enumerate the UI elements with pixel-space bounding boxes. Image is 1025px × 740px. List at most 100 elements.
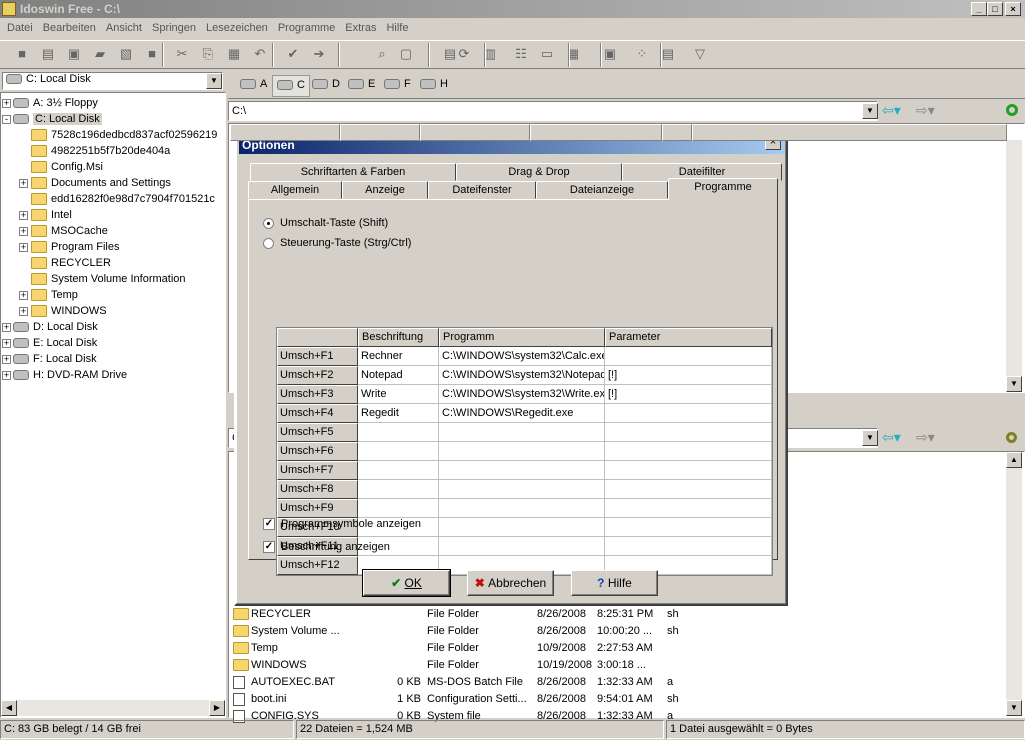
tab-dateifenster[interactable]: Dateifenster <box>428 181 536 199</box>
scroll-down-icon[interactable]: ▼ <box>1006 700 1022 716</box>
expand-toggle[interactable]: + <box>2 355 11 364</box>
tree-item[interactable]: 7528c196dedbcd837acf02596219 <box>31 127 217 143</box>
grid-icon[interactable]: ▦ <box>563 44 583 64</box>
scroll-right-icon[interactable]: ▶ <box>209 700 225 716</box>
grid-cell-program[interactable]: C:\WINDOWS\system32\Write.exe <box>439 385 605 404</box>
exit-icon[interactable]: ➔ <box>309 44 329 64</box>
radio-icon[interactable] <box>263 217 274 229</box>
back-arrow-icon[interactable]: ⇦▾ <box>882 429 901 446</box>
paste-icon[interactable]: ▦ <box>224 44 244 64</box>
close-button[interactable]: × <box>1005 2 1021 16</box>
menu-hilfe[interactable]: Hilfe <box>381 19 413 38</box>
tree-item[interactable]: Documents and Settings <box>31 175 171 191</box>
file-row[interactable]: System Volume ... File Folder 8/26/2008 10:… <box>233 623 1003 640</box>
tree-item[interactable]: edd16282f0e98d7c7904f701521c <box>31 191 215 207</box>
expand-toggle[interactable]: + <box>19 243 28 252</box>
tree-item[interactable]: RECYCLER <box>31 255 111 271</box>
grid-cell-program[interactable] <box>439 537 605 556</box>
menu-springen[interactable]: Springen <box>147 19 201 38</box>
column-header[interactable] <box>340 124 420 141</box>
tab-dateianzeige[interactable]: Dateianzeige <box>536 181 668 199</box>
grid-cell-program[interactable] <box>439 480 605 499</box>
grid-cell-program[interactable]: C:\WINDOWS\system32\Notepad.exe <box>439 366 605 385</box>
drive-tab-d[interactable]: D <box>308 75 344 97</box>
tab-anzeige[interactable]: Anzeige <box>342 181 428 199</box>
menu-extras[interactable]: Extras <box>340 19 381 38</box>
grid-cell-label[interactable] <box>358 461 439 480</box>
refresh-icon[interactable]: ⟳ <box>454 44 474 64</box>
small-icons-icon[interactable]: ▭ <box>537 44 557 64</box>
radio-icon[interactable] <box>263 237 274 249</box>
tree-item[interactable]: A: 3½ Floppy <box>13 95 98 111</box>
top-vscrollbar[interactable]: ▼ <box>1006 140 1022 392</box>
checkmark-icon[interactable]: ✓ <box>263 541 275 554</box>
grid-cell-label[interactable] <box>358 499 439 518</box>
tree-item[interactable]: H: DVD-RAM Drive <box>13 367 127 383</box>
expand-toggle[interactable]: + <box>19 211 28 220</box>
grid-cell-param[interactable] <box>605 480 772 499</box>
tab-allgemein[interactable]: Allgemein <box>248 181 342 199</box>
drive-tab-a[interactable]: A <box>236 75 271 97</box>
column-header-programm[interactable]: Programm <box>439 328 605 347</box>
grid-cell-label[interactable] <box>358 423 439 442</box>
path-dropdown-top[interactable]: ▼ <box>862 103 878 119</box>
grid-cell-param[interactable] <box>605 537 772 556</box>
grid-cell-param[interactable] <box>605 499 772 518</box>
scroll-left-icon[interactable]: ◀ <box>1 700 17 716</box>
file-row[interactable]: AUTOEXEC.BAT 0 KB MS-DOS Batch File 8/26/20… <box>233 674 1003 691</box>
tree-item[interactable]: C: Local Disk <box>13 111 102 127</box>
minimize-button[interactable]: _ <box>971 2 987 16</box>
radio-ctrl[interactable]: Steuerung-Taste (Strg/Ctrl) <box>263 237 411 249</box>
drive-combo[interactable]: C: Local Disk ▼ <box>2 72 223 90</box>
grid-cell-param[interactable] <box>605 423 772 442</box>
drive-tab-h[interactable]: H <box>416 75 452 97</box>
tree-item[interactable]: Intel <box>31 207 72 223</box>
drive-tab-c[interactable]: C <box>272 75 310 97</box>
chevron-down-icon[interactable]: ▼ <box>206 73 222 89</box>
folder-compare-icon[interactable]: ▥ <box>480 44 500 64</box>
grid-cell-param[interactable]: [!] <box>605 385 772 404</box>
checkmark-icon[interactable]: ✓ <box>263 518 275 531</box>
grid-cell-label[interactable]: Notepad <box>358 366 439 385</box>
column-header[interactable] <box>420 124 530 141</box>
file-row[interactable]: RECYCLER File Folder 8/26/2008 8:25:31 PM sh <box>233 606 1003 623</box>
preview-icon[interactable]: ▣ <box>600 44 620 64</box>
undo-icon[interactable]: ↶ <box>250 44 270 64</box>
tree-item[interactable]: Config.Msi <box>31 159 103 175</box>
grid-cell-program[interactable] <box>439 499 605 518</box>
expand-toggle[interactable]: - <box>2 115 11 124</box>
grid-cell-param[interactable] <box>605 461 772 480</box>
scroll-up-icon[interactable]: ▲ <box>1006 452 1022 468</box>
grid-cell-param[interactable] <box>605 404 772 423</box>
new-folder-icon[interactable]: ▰ <box>90 44 110 64</box>
grid-cell-param[interactable] <box>605 442 772 461</box>
filter-icon[interactable]: ▽ <box>690 44 710 64</box>
expand-toggle[interactable]: + <box>2 371 11 380</box>
checkbox-show-labels[interactable]: ✓ Beschriftung anzeigen <box>263 541 390 554</box>
grid-cell-param[interactable] <box>605 347 772 366</box>
tree-item[interactable]: 4982251b5f7b20de404a <box>31 143 170 159</box>
drive-tab-f[interactable]: F <box>380 75 415 97</box>
maximize-button[interactable]: □ <box>987 2 1003 16</box>
cmd-icon[interactable]: ▣ <box>64 44 84 64</box>
tab-programme[interactable]: Programme <box>668 178 778 200</box>
column-header-parameter[interactable]: Parameter <box>605 328 772 347</box>
path-input-top[interactable]: C:\ <box>228 101 878 121</box>
tab-schriftarten-farben[interactable]: Schriftarten & Farben <box>250 163 456 181</box>
delete-icon[interactable]: ■ <box>142 44 162 64</box>
tree-item[interactable]: D: Local Disk <box>13 319 98 335</box>
forward-arrow-icon[interactable]: ⇨▾ <box>916 429 935 446</box>
details-icon[interactable]: ☷ <box>511 44 531 64</box>
drive-tab-e[interactable]: E <box>344 75 379 97</box>
path-dropdown-bottom[interactable]: ▼ <box>862 430 878 446</box>
grid-cell-label[interactable]: Rechner <box>358 347 439 366</box>
tree-item[interactable]: System Volume Information <box>31 271 186 287</box>
move-icon[interactable]: ▧ <box>116 44 136 64</box>
grid-cell-program[interactable] <box>439 423 605 442</box>
tree-item[interactable]: F: Local Disk <box>13 351 97 367</box>
thumbs-icon[interactable]: ⁘ <box>632 44 652 64</box>
menu-datei[interactable]: Datei <box>2 19 38 38</box>
expand-toggle[interactable]: + <box>2 339 11 348</box>
grid-cell-param[interactable]: [!] <box>605 366 772 385</box>
grid-cell-label[interactable] <box>358 480 439 499</box>
